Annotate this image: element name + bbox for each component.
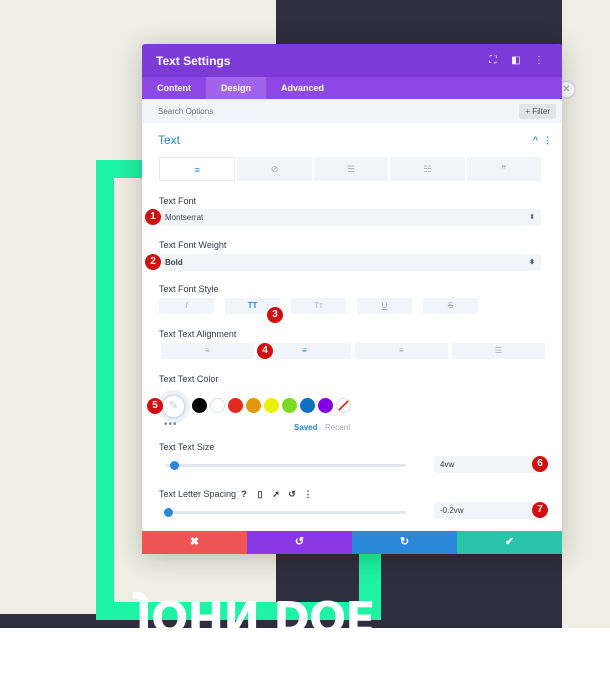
align-right-icon[interactable]: ≡: [355, 343, 448, 359]
text-size-slider[interactable]: [166, 461, 406, 470]
search-input[interactable]: [158, 106, 520, 116]
align-justify-icon[interactable]: ☰: [452, 343, 545, 359]
cancel-button[interactable]: ✖: [142, 531, 247, 554]
quote-tab-icon[interactable]: ❞: [466, 157, 542, 181]
swatch-yellow[interactable]: [264, 398, 279, 413]
letter-spacing-input[interactable]: -0.2vw: [434, 502, 541, 519]
modal-footer: ✖ ↺ ↻ ✔: [142, 531, 562, 554]
text-settings-modal: Text Settings ⛶ ◧ ⋮ Content Design Advan…: [142, 44, 562, 554]
swatch-red[interactable]: [228, 398, 243, 413]
section-controls: ^ ⋮: [533, 135, 552, 146]
align-left-tab-icon[interactable]: ≡: [159, 157, 236, 181]
font-style-buttons: I TT Tт U S: [159, 298, 478, 314]
section-more-icon[interactable]: ⋮: [543, 135, 552, 145]
color-picker-icon[interactable]: ✎: [161, 394, 186, 419]
capitalize-button[interactable]: Tт: [291, 298, 346, 314]
modal-body: Text ^ ⋮ ≡ ⊘ ☰ ☷ ❞ Text Font Montserrat …: [142, 123, 562, 531]
more-options-icon[interactable]: ⋮: [530, 55, 548, 66]
text-subtabs: ≡ ⊘ ☰ ☷ ❞: [159, 157, 542, 181]
align-left-icon[interactable]: ≡: [161, 343, 254, 359]
step-marker-6: 6: [532, 456, 548, 472]
text-font-weight-select[interactable]: Bold ⬍: [159, 254, 541, 271]
step-marker-1: 1: [145, 209, 161, 225]
split-view-icon[interactable]: ◧: [507, 55, 525, 66]
step-marker-3: 3: [267, 307, 283, 323]
text-font-label: Text Font: [159, 196, 197, 206]
text-size-input[interactable]: 4vw: [434, 456, 541, 473]
italic-button[interactable]: I: [159, 298, 214, 314]
filter-button[interactable]: + Filter: [519, 103, 556, 119]
step-marker-7: 7: [532, 502, 548, 518]
section-title[interactable]: Text: [158, 133, 180, 147]
letter-spacing-slider[interactable]: [164, 508, 406, 517]
swatch-orange[interactable]: [246, 398, 261, 413]
swatch-white[interactable]: [210, 398, 225, 413]
step-marker-4: 4: [257, 343, 273, 359]
text-font-style-label: Text Font Style: [159, 284, 219, 294]
swatch-purple[interactable]: [318, 398, 333, 413]
save-button[interactable]: ✔: [457, 531, 562, 554]
text-size-slider-handle[interactable]: [170, 461, 179, 470]
text-size-label: Text Text Size: [159, 442, 215, 452]
color-swatches: [192, 398, 351, 413]
letter-spacing-tools: ? ▯ ➚ ↺ ⋮: [238, 489, 314, 500]
unordered-list-tab-icon[interactable]: ☰: [313, 157, 389, 181]
text-alignment-label: Text Text Alignment: [159, 329, 237, 339]
letter-spacing-label: Text Letter Spacing: [159, 489, 237, 499]
text-alignment-buttons: ≡ ≡ ≡ ☰: [161, 343, 545, 359]
swatch-black[interactable]: [192, 398, 207, 413]
recent-colors-tab[interactable]: Recent: [325, 423, 350, 432]
hover-cursor-icon[interactable]: ➚: [270, 489, 282, 500]
reset-icon[interactable]: ↺: [286, 489, 298, 500]
chevron-up-icon[interactable]: ^: [533, 135, 538, 145]
tab-content[interactable]: Content: [142, 77, 206, 99]
text-font-weight-value: Bold: [165, 258, 183, 267]
step-marker-2: 2: [145, 254, 161, 270]
swatch-blue[interactable]: [300, 398, 315, 413]
saved-colors-tab[interactable]: Saved: [294, 423, 318, 432]
tab-design[interactable]: Design: [206, 77, 267, 99]
text-font-weight-label: Text Font Weight: [159, 240, 227, 250]
mobile-icon[interactable]: ▯: [254, 489, 266, 500]
strikethrough-button[interactable]: S: [423, 298, 478, 314]
name-heading[interactable]: JOHN DOE: [120, 590, 390, 641]
text-font-select[interactable]: Montserrat ⬍: [159, 209, 541, 226]
redo-button[interactable]: ↻: [352, 531, 457, 554]
modal-title: Text Settings: [156, 53, 231, 68]
more-colors-icon[interactable]: •••: [164, 419, 178, 430]
modal-header: Text Settings ⛶ ◧ ⋮: [142, 44, 562, 77]
select-arrows-icon: ⬍: [529, 214, 535, 221]
step-marker-5: 5: [147, 398, 163, 414]
link-tab-icon[interactable]: ⊘: [237, 157, 312, 181]
canvas: JOHN DOE ✕ Text Settings ⛶ ◧ ⋮ Content D…: [0, 0, 610, 673]
letter-spacing-slider-handle[interactable]: [164, 508, 173, 517]
tab-advanced[interactable]: Advanced: [266, 77, 339, 99]
modal-tabs: Content Design Advanced: [142, 77, 562, 99]
help-icon[interactable]: ?: [238, 489, 250, 500]
options-icon[interactable]: ⋮: [302, 489, 314, 500]
text-font-value: Montserrat: [165, 213, 204, 222]
expand-icon[interactable]: ⛶: [484, 55, 502, 66]
ordered-list-tab-icon[interactable]: ☷: [390, 157, 465, 181]
text-color-label: Text Text Color: [159, 374, 219, 384]
search-bar: + Filter: [142, 99, 562, 123]
select-arrows-icon: ⬍: [529, 259, 535, 266]
swatch-none-icon[interactable]: [336, 398, 351, 413]
underline-button[interactable]: U: [357, 298, 412, 314]
swatch-green[interactable]: [282, 398, 297, 413]
undo-button[interactable]: ↺: [247, 531, 352, 554]
